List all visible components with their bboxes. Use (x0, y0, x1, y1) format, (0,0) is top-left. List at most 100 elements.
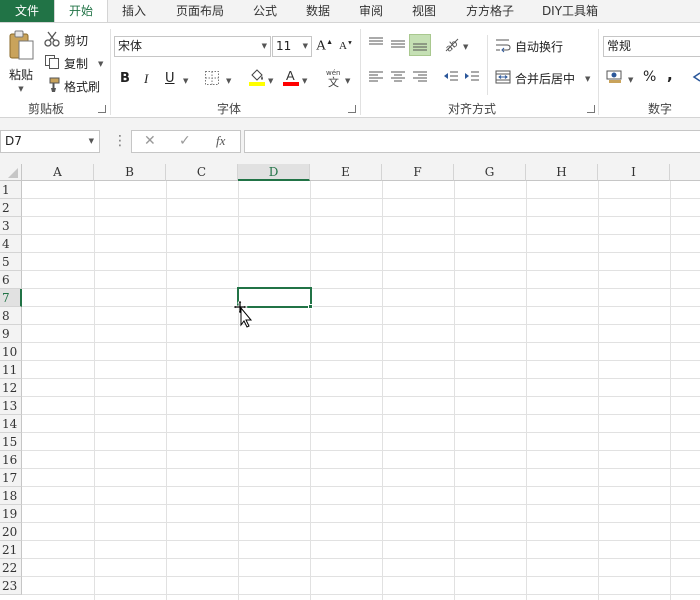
font-name-select[interactable]: 宋体 ▼ (114, 36, 271, 57)
column-header-B[interactable]: B (94, 164, 166, 181)
orientation-dropdown-icon[interactable]: ▼ (463, 43, 468, 51)
accounting-format-button[interactable] (606, 69, 624, 88)
paste-button[interactable]: 粘贴 ▼ (4, 29, 38, 97)
phonetic-guide-button[interactable]: wén 文 (325, 68, 345, 91)
increase-decimal-button[interactable] (692, 69, 700, 88)
tab-data[interactable]: 数据 (293, 0, 343, 22)
gridline (22, 234, 700, 235)
row-header-14[interactable]: 14 (0, 415, 22, 433)
increase-indent-button[interactable] (463, 68, 481, 89)
alignment-launcher-icon[interactable] (587, 105, 595, 113)
underline-dropdown-icon[interactable]: ▼ (183, 77, 188, 85)
row-header-22[interactable]: 22 (0, 559, 22, 577)
tab-diy-toolbox[interactable]: DIY工具箱 (532, 0, 608, 22)
align-top-icon (367, 35, 385, 56)
row-header-23[interactable]: 23 (0, 577, 22, 595)
row-header-20[interactable]: 20 (0, 523, 22, 541)
font-launcher-icon[interactable] (348, 105, 356, 113)
accounting-dropdown-icon[interactable]: ▼ (628, 76, 633, 84)
row-header-8[interactable]: 8 (0, 307, 22, 325)
bold-button[interactable]: B (120, 71, 130, 86)
row-header-6[interactable]: 6 (0, 271, 22, 289)
column-header-C[interactable]: C (166, 164, 238, 181)
align-middle-button[interactable] (389, 35, 407, 56)
wrap-text-button[interactable]: 自动换行 (495, 37, 563, 56)
select-all-corner[interactable] (0, 164, 22, 181)
merge-center-button[interactable]: 合并后居中 ▼ (495, 69, 590, 88)
row-header-12[interactable]: 12 (0, 379, 22, 397)
gridline (22, 576, 700, 577)
underline-button[interactable]: U (165, 71, 175, 86)
tab-fangfang[interactable]: 方方格子 (454, 0, 526, 22)
align-right-button[interactable] (411, 68, 429, 89)
number-format-select[interactable]: 常规 (603, 36, 700, 57)
column-header-D[interactable]: D (238, 164, 310, 181)
tab-formulas[interactable]: 公式 (240, 0, 290, 22)
phonetic-dropdown-icon[interactable]: ▼ (345, 77, 350, 85)
decrease-indent-icon (442, 68, 460, 89)
row-header-13[interactable]: 13 (0, 397, 22, 415)
more-options-icon[interactable]: ⋮ (113, 133, 127, 149)
fill-handle[interactable] (308, 304, 313, 309)
enter-icon[interactable]: ✓ (179, 133, 191, 149)
row-header-21[interactable]: 21 (0, 541, 22, 559)
tab-page-layout[interactable]: 页面布局 (163, 0, 237, 22)
fill-color-button[interactable] (248, 68, 266, 89)
font-color-button[interactable]: A (282, 68, 300, 89)
align-bottom-button[interactable] (409, 34, 431, 56)
insert-function-icon[interactable]: fx (216, 133, 225, 149)
copy-button[interactable]: 复制 ▼ (44, 54, 103, 73)
row-header-1[interactable]: 1 (0, 181, 22, 199)
align-center-button[interactable] (389, 68, 407, 89)
fill-color-dropdown-icon[interactable]: ▼ (268, 77, 273, 85)
tab-view[interactable]: 视图 (399, 0, 449, 22)
clipboard-launcher-icon[interactable] (98, 105, 106, 113)
row-header-16[interactable]: 16 (0, 451, 22, 469)
decrease-indent-button[interactable] (442, 68, 460, 89)
font-size-select[interactable]: 11 ▼ (272, 36, 312, 57)
format-painter-button[interactable]: 格式刷 (44, 77, 100, 96)
decrease-font-size-button[interactable]: A▼ (339, 40, 353, 52)
percent-style-button[interactable]: % (643, 69, 656, 85)
row-header-7[interactable]: 7 (0, 289, 22, 307)
tab-home[interactable]: 开始 (54, 0, 108, 22)
row-header-9[interactable]: 9 (0, 325, 22, 343)
tab-file[interactable]: 文件 (0, 0, 54, 22)
row-header-19[interactable]: 19 (0, 505, 22, 523)
formula-input[interactable] (244, 130, 700, 153)
comma-style-button[interactable]: , (667, 66, 673, 84)
row-header-15[interactable]: 15 (0, 433, 22, 451)
row-header-17[interactable]: 17 (0, 469, 22, 487)
worksheet-grid[interactable]: A B C D E F G H I 1 2 3 4 5 6 7 8 9 10 1… (0, 164, 700, 600)
gridline (238, 181, 239, 600)
column-header-A[interactable]: A (22, 164, 94, 181)
name-box[interactable]: D7 ▼ (0, 130, 100, 153)
row-header-10[interactable]: 10 (0, 343, 22, 361)
gridline (22, 414, 700, 415)
cut-button[interactable]: 剪切 (44, 31, 88, 50)
row-header-5[interactable]: 5 (0, 253, 22, 271)
font-color-dropdown-icon[interactable]: ▼ (302, 77, 307, 85)
increase-font-size-button[interactable]: A▲ (316, 38, 333, 55)
column-header-I[interactable]: I (598, 164, 670, 181)
column-header-E[interactable]: E (310, 164, 382, 181)
row-header-3[interactable]: 3 (0, 217, 22, 235)
row-header-18[interactable]: 18 (0, 487, 22, 505)
align-top-button[interactable] (367, 35, 385, 56)
tab-insert[interactable]: 插入 (108, 0, 160, 22)
italic-button[interactable]: I (144, 71, 148, 87)
column-header-H[interactable]: H (526, 164, 598, 181)
align-left-button[interactable] (367, 68, 385, 89)
gridline (22, 270, 700, 271)
column-header-G[interactable]: G (454, 164, 526, 181)
borders-button[interactable] (204, 70, 220, 89)
row-header-11[interactable]: 11 (0, 361, 22, 379)
row-header-4[interactable]: 4 (0, 235, 22, 253)
cancel-icon[interactable]: ✕ (144, 133, 156, 149)
tab-review[interactable]: 审阅 (346, 0, 396, 22)
borders-dropdown-icon[interactable]: ▼ (226, 77, 231, 85)
orientation-button[interactable]: ab (442, 35, 461, 56)
column-header-F[interactable]: F (382, 164, 454, 181)
row-header-2[interactable]: 2 (0, 199, 22, 217)
gridline (22, 198, 700, 199)
